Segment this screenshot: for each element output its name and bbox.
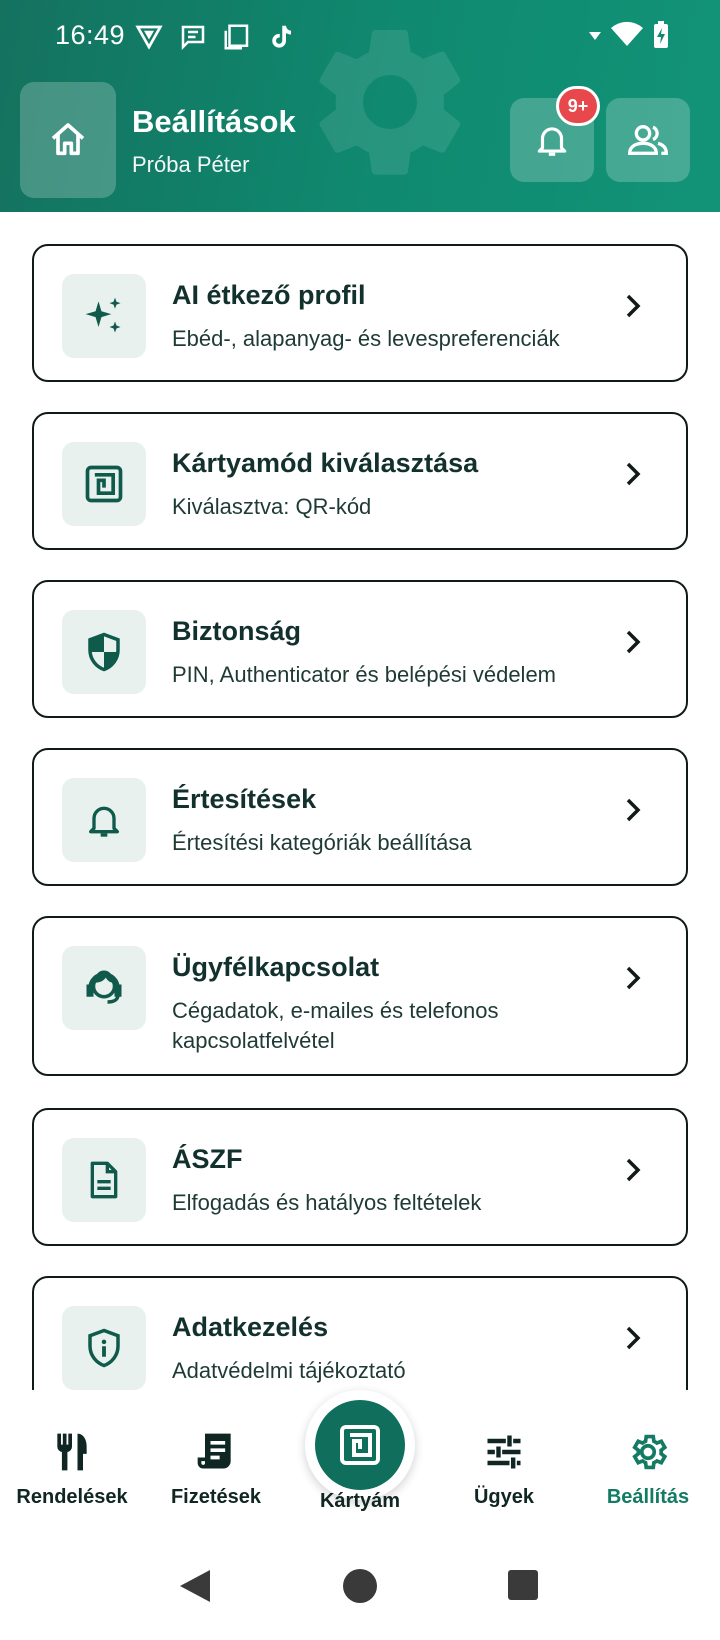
settings-item-data-privacy[interactable]: Adatkezelés Adatvédelmi tájékoztató: [32, 1276, 688, 1390]
bell-icon: [89, 806, 120, 837]
nav-label: Ügyek: [473, 1486, 535, 1508]
battery-icon: [654, 21, 668, 48]
header-title-group: Beállítások Próba Péter: [132, 104, 296, 178]
sliders-icon: [487, 1435, 521, 1469]
bell-icon: [537, 127, 567, 156]
privacy-shield-icon: [88, 1328, 120, 1368]
sparkles-icon: [85, 297, 121, 333]
page-title: Beállítások: [132, 104, 296, 139]
settings-item-title: ÁSZF: [172, 1144, 243, 1174]
nav-settings[interactable]: Beállítás: [576, 1430, 720, 1509]
card-icon-tile: [62, 610, 146, 694]
settings-item-title: Kártyamód kiválasztása: [172, 448, 479, 478]
nav-cases[interactable]: Ügyek: [432, 1430, 576, 1509]
nav-label: Beállítás: [606, 1486, 690, 1508]
card-icon-tile: [62, 946, 146, 1030]
home-button[interactable]: [20, 82, 116, 198]
settings-item-customer-contact[interactable]: Ügyfélkapcsolat Cégadatok, e-mailes és t…: [32, 916, 688, 1076]
settings-item-security[interactable]: Biztonság PIN, Authenticator és belépési…: [32, 580, 688, 718]
home-icon: [51, 123, 85, 156]
settings-item-description: Ebéd-, alapanyag- és levespreferenciák: [172, 326, 560, 351]
card-mode-icon: [340, 1425, 380, 1465]
back-icon[interactable]: [178, 1568, 212, 1604]
chevron-right-icon: [626, 966, 641, 990]
chevron-right-icon: [626, 630, 641, 654]
settings-item-title: Értesítések: [172, 784, 317, 814]
signal-arrow-icon: [589, 32, 601, 40]
card-icon-tile: [62, 274, 146, 358]
user-name: Próba Péter: [132, 152, 250, 177]
settings-item-description: Kiválasztva: QR-kód: [172, 494, 372, 519]
settings-item-terms[interactable]: ÁSZF Elfogadás és hatályos feltételek: [32, 1108, 688, 1246]
settings-item-description: Elfogadás és hatályos feltételek: [172, 1190, 482, 1215]
chevron-right-icon: [626, 294, 641, 318]
nav-my-card-label: Kártyám: [319, 1490, 401, 1512]
message-icon: [181, 25, 205, 51]
shield-icon: [88, 632, 120, 672]
settings-item-title: Biztonság: [172, 616, 302, 646]
status-notification-icons: [134, 22, 296, 52]
status-time: 16:49: [55, 20, 126, 50]
my-card-button[interactable]: [305, 1390, 415, 1500]
status-system-icons: [588, 20, 670, 50]
settings-item-title: Ügyfélkapcsolat: [172, 952, 380, 982]
card-icon-tile: [62, 778, 146, 862]
settings-item-description: Értesítési kategóriák beállítása: [172, 830, 472, 855]
card-icon-tile: [62, 1138, 146, 1222]
cutlery-icon: [57, 1433, 87, 1471]
card-mode-icon: [85, 465, 123, 503]
chevron-right-icon: [626, 798, 641, 822]
tiktok-icon: [272, 25, 291, 48]
document-icon: [90, 1161, 118, 1199]
app-header: 16:49 Beállítások Próba Péter 9+: [0, 0, 720, 212]
home-circle-icon[interactable]: [342, 1568, 378, 1604]
my-card-button-circle: [315, 1400, 405, 1490]
system-navigation-bar: [0, 1530, 720, 1640]
wifi-icon: [611, 21, 643, 46]
card-icon-tile: [62, 1306, 146, 1390]
settings-item-notifications[interactable]: Értesítések Értesítési kategóriák beállí…: [32, 748, 688, 886]
users-icon: [627, 125, 669, 155]
chevron-right-icon: [626, 462, 641, 486]
settings-item-card-mode[interactable]: Kártyamód kiválasztása Kiválasztva: QR-k…: [32, 412, 688, 550]
settings-list: AI étkező profil Ebéd-, alapanyag- és le…: [32, 244, 688, 1390]
status-bar: 16:49: [0, 0, 720, 76]
chevron-right-icon: [626, 1326, 641, 1350]
settings-item-description: Adatvédelmi tájékoztató: [172, 1358, 406, 1383]
nav-payments[interactable]: Fizetések: [144, 1430, 288, 1509]
settings-item-description: Cégadatok, e-mailes és telefonos kapcsol…: [172, 998, 499, 1053]
receipt-icon: [197, 1433, 231, 1469]
settings-item-description: PIN, Authenticator és belépési védelem: [172, 662, 557, 687]
nav-label: Fizetések: [170, 1486, 262, 1508]
settings-item-title: AI étkező profil: [172, 280, 366, 310]
recents-icon[interactable]: [507, 1569, 539, 1601]
nav-orders[interactable]: Rendelések: [0, 1430, 144, 1509]
gear-icon: [632, 1434, 668, 1470]
settings-item-title: Adatkezelés: [172, 1312, 329, 1342]
chevron-right-icon: [626, 1158, 641, 1182]
accounts-button[interactable]: [606, 98, 690, 182]
support-agent-icon: [86, 970, 122, 1004]
nav-label: Rendelések: [16, 1486, 128, 1508]
settings-item-ai-profile[interactable]: AI étkező profil Ebéd-, alapanyag- és le…: [32, 244, 688, 382]
copy-icon: [224, 24, 249, 50]
notification-badge: 9+: [556, 86, 600, 126]
card-icon-tile: [62, 442, 146, 526]
vpn-shield-icon: [135, 25, 163, 50]
